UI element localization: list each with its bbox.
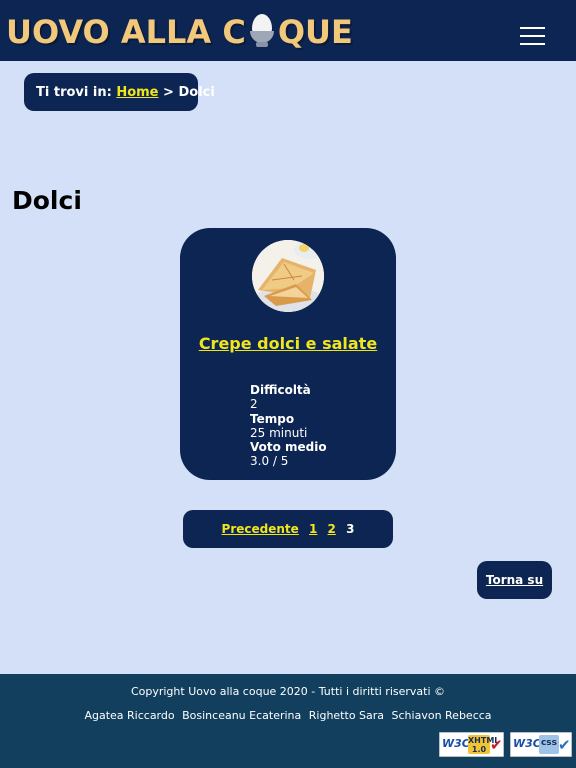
xhtml-tag-line2: 1.0: [471, 745, 487, 754]
author-name: Agatea Riccardo: [84, 709, 175, 722]
logo-text-start: UOVO ALLA C: [6, 13, 246, 51]
breadcrumb-home-link[interactable]: Home: [116, 85, 158, 100]
difficulty-value: 2: [250, 397, 258, 412]
pagination-previous-link[interactable]: Precedente: [222, 522, 299, 536]
pagination-page-1-link[interactable]: 1: [309, 522, 317, 536]
breadcrumb-current: Dolci: [178, 85, 215, 100]
difficulty-label: Difficoltà: [250, 383, 311, 397]
site-footer: Copyright Uovo alla coque 2020 - Tutti i…: [0, 674, 576, 768]
breadcrumb-prefix: Ti trovi in:: [36, 85, 112, 100]
breadcrumb: Ti trovi in: Home > Dolci: [24, 73, 215, 111]
time-label: Tempo: [250, 411, 295, 426]
recipe-info: Difficoltà 2 Tempo 25 minuti Voto medio …: [250, 383, 327, 469]
page-title: Dolci: [12, 186, 82, 215]
breadcrumb-separator: >: [163, 85, 174, 100]
rating-value: 3.0 / 5: [250, 454, 289, 469]
checkmark-icon: ✔: [558, 736, 571, 754]
xhtml-tag: XHTML 1.0: [468, 735, 500, 754]
recipe-title-link[interactable]: Crepe dolci e salate: [180, 333, 396, 355]
w3c-xhtml-badge[interactable]: W3C XHTML 1.0 ✔: [439, 732, 504, 757]
authors-list: Agatea Riccardo Bosinceanu Ecaterina Rig…: [0, 709, 576, 722]
copyright-text: Copyright Uovo alla coque 2020 - Tutti i…: [130, 685, 446, 698]
pagination: Precedente 1 2 3: [183, 510, 393, 548]
recipe-photo[interactable]: [252, 240, 324, 312]
back-to-top-button[interactable]: Torna su: [477, 561, 552, 599]
recipe-card: Crepe dolci e salate Difficoltà 2 Tempo …: [180, 228, 396, 480]
w3c-css-badge[interactable]: W3C css ✔: [510, 732, 572, 757]
logo-text-end: QUE: [277, 13, 353, 51]
pagination-page-2-link[interactable]: 2: [328, 522, 336, 536]
css-tag: css: [539, 735, 559, 754]
boiled-egg-icon: [247, 14, 277, 48]
author-name: Bosinceanu Ecaterina: [182, 709, 302, 722]
rating-label: Voto medio: [250, 440, 327, 455]
xhtml-tag-line1: XHTML: [468, 736, 500, 745]
crepe-image: [252, 240, 324, 312]
w3c-logo-text: W3C: [513, 737, 541, 750]
author-name: Righetto Sara: [308, 709, 385, 722]
hamburger-menu-icon[interactable]: [520, 24, 546, 46]
site-logo[interactable]: UOVO ALLA C QUE: [6, 14, 353, 50]
author-name: Schiavon Rebecca: [391, 709, 492, 722]
w3c-logo-text: W3C: [442, 737, 470, 750]
time-value: 25 minuti: [250, 425, 308, 440]
pagination-current-page: 3: [346, 522, 355, 536]
site-header: UOVO ALLA C QUE: [0, 0, 576, 61]
checkmark-icon: ✔: [490, 736, 503, 754]
